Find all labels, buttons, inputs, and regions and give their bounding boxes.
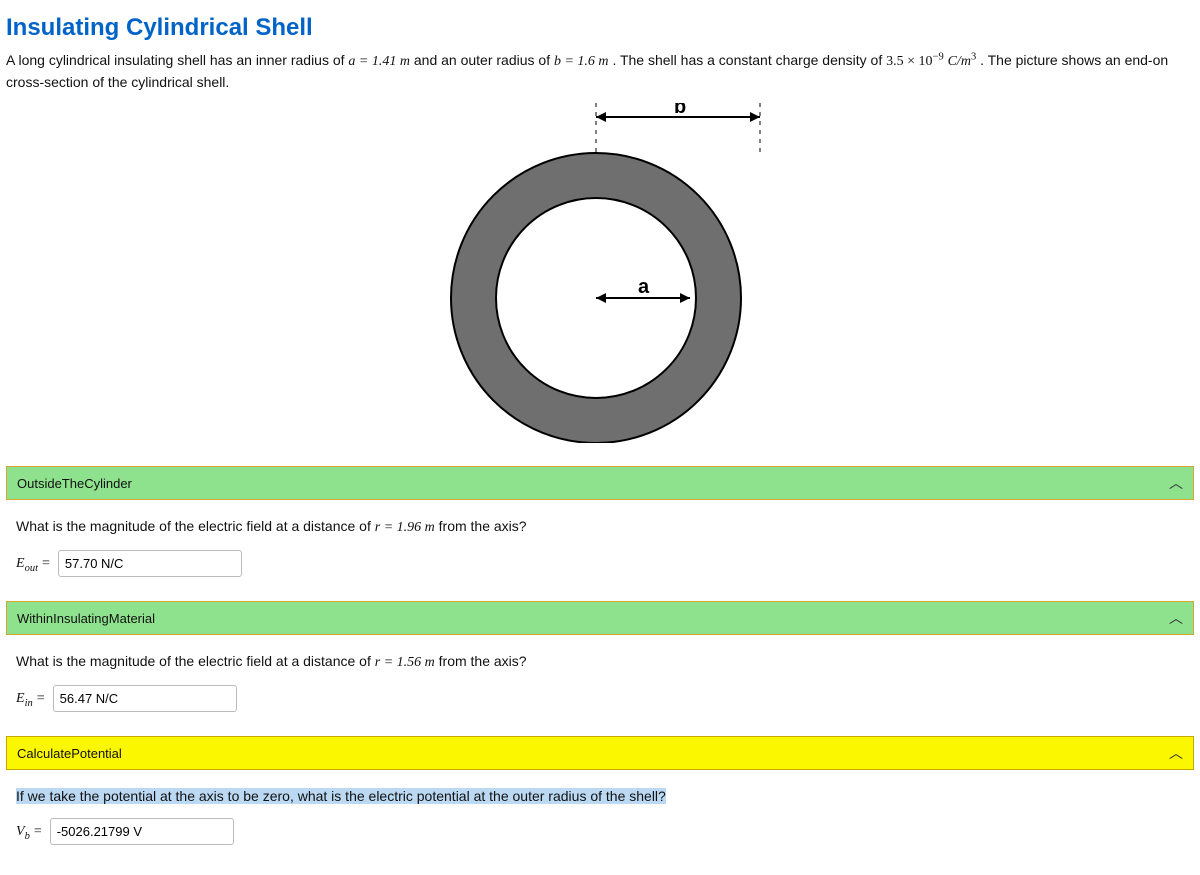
section-title: CalculatePotential	[17, 746, 122, 761]
section-body-within: What is the magnitude of the electric fi…	[6, 635, 1194, 722]
answer-input-outside[interactable]	[58, 550, 242, 577]
answer-symbol: Vb	[16, 824, 30, 840]
sym: E	[16, 691, 25, 706]
equals-sign: =	[34, 824, 42, 840]
page-title: Insulating Cylindrical Shell	[6, 14, 1194, 42]
sym-sub: out	[25, 562, 38, 573]
equals-sign: =	[42, 556, 50, 572]
q-post: from the axis?	[435, 653, 527, 669]
answer-input-potential[interactable]	[50, 818, 234, 845]
stmt-rho-exp: −9	[933, 51, 944, 62]
section-header-outside[interactable]: OutsideTheCylinder ︿	[6, 466, 1194, 500]
answer-symbol: Eout	[16, 556, 38, 572]
sym: E	[16, 556, 25, 571]
q-r: r = 1.96 m	[375, 520, 435, 535]
answer-symbol: Ein	[16, 691, 33, 707]
question-within: What is the magnitude of the electric fi…	[16, 653, 1184, 671]
figure: b a	[6, 103, 1194, 446]
q-pre: If we take the potential at the axis to …	[16, 788, 666, 804]
q-pre: What is the magnitude of the electric fi…	[16, 518, 375, 534]
stmt-a: a = 1.41 m	[348, 54, 410, 69]
label-a: a	[638, 276, 650, 298]
stmt-t1: A long cylindrical insulating shell has …	[6, 52, 348, 68]
ring-diagram: b a	[420, 103, 780, 443]
sym-sub: in	[25, 697, 33, 708]
section-header-potential[interactable]: CalculatePotential ︿	[6, 736, 1194, 770]
answer-row-within: Ein =	[16, 685, 1184, 712]
stmt-rho-val: 3.5 × 10	[886, 54, 932, 69]
problem-statement: A long cylindrical insulating shell has …	[6, 50, 1194, 93]
q-post: from the axis?	[435, 518, 527, 534]
chevron-up-icon: ︿	[1169, 473, 1183, 493]
q-r: r = 1.56 m	[375, 655, 435, 670]
stmt-t3: . The shell has a constant charge densit…	[612, 52, 886, 68]
answer-row-outside: Eout =	[16, 550, 1184, 577]
stmt-t2: and an outer radius of	[414, 52, 554, 68]
sym-sub: b	[25, 830, 30, 841]
sym: V	[16, 824, 25, 839]
answer-row-potential: Vb =	[16, 818, 1184, 845]
section-header-within[interactable]: WithinInsulatingMaterial ︿	[6, 601, 1194, 635]
q-pre: What is the magnitude of the electric fi…	[16, 653, 375, 669]
chevron-up-icon: ︿	[1169, 743, 1183, 763]
equals-sign: =	[37, 691, 45, 707]
section-body-potential: If we take the potential at the axis to …	[6, 770, 1194, 855]
stmt-rho-unit-pre: C/m	[948, 54, 971, 69]
question-outside: What is the magnitude of the electric fi…	[16, 518, 1184, 536]
section-title: OutsideTheCylinder	[17, 476, 132, 491]
section-title: WithinInsulatingMaterial	[17, 611, 155, 626]
stmt-b: b = 1.6 m	[554, 54, 609, 69]
stmt-rho-unit-exp: 3	[971, 51, 976, 62]
section-body-outside: What is the magnitude of the electric fi…	[6, 500, 1194, 587]
chevron-up-icon: ︿	[1169, 608, 1183, 628]
question-potential: If we take the potential at the axis to …	[16, 788, 1184, 804]
answer-input-within[interactable]	[53, 685, 237, 712]
label-b: b	[674, 103, 686, 118]
